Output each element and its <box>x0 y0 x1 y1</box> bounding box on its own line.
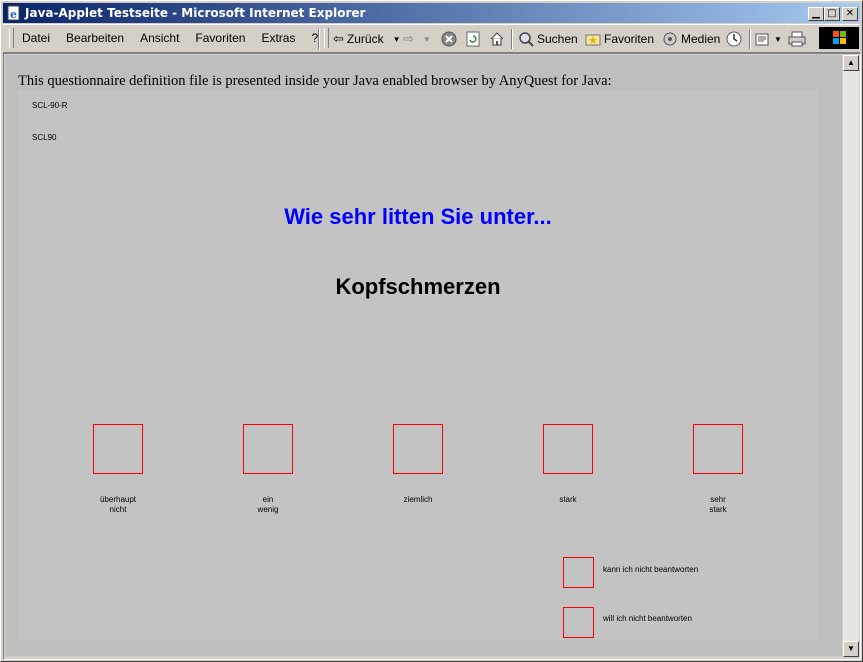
maximize-button[interactable]: □ <box>824 7 840 21</box>
close-icon: ✕ <box>845 8 855 19</box>
refresh-button[interactable] <box>465 29 481 49</box>
close-button[interactable]: ✕ <box>842 7 858 21</box>
item-heading: Kopfschmerzen <box>335 274 501 299</box>
chevron-down-icon: ▼ <box>774 34 782 44</box>
option-label-ueberhaupt-nicht: überhaupt nicht <box>99 495 137 514</box>
cannot-answer-label: kann ich nicht beantworten <box>603 565 699 574</box>
search-button[interactable]: Suchen <box>518 29 578 49</box>
option-label-stark: stark <box>559 495 577 504</box>
back-label: Zurück <box>346 32 384 46</box>
media-button[interactable]: Medien <box>662 29 720 49</box>
option-label-ein-wenig: ein wenig <box>257 495 279 514</box>
scroll-up-button[interactable]: ▲ <box>843 55 859 71</box>
title-bar: e Java-Applet Testseite - Microsoft Inte… <box>3 3 860 23</box>
option-checkbox-sehr-stark[interactable] <box>693 424 743 474</box>
java-applet[interactable]: SCL-90-R SCL90 Wie sehr litten Sie unter… <box>18 90 818 640</box>
refresh-icon <box>466 31 480 47</box>
favorites-button[interactable]: Favoriten <box>585 29 654 49</box>
search-label: Suchen <box>537 32 578 46</box>
option-checkbox-ziemlich[interactable] <box>393 424 443 474</box>
option-label-ziemlich: ziemlich <box>403 495 433 504</box>
chevron-down-icon: ▼ <box>847 644 855 653</box>
menu-bar: Datei Bearbeiten Ansicht Favoriten Extras? <box>22 31 334 45</box>
media-label: Medien <box>681 32 721 46</box>
questionnaire-id: SCL90 <box>32 133 57 142</box>
browser-viewport: This questionnaire definition file is pr… <box>3 53 861 660</box>
toolbar-grip[interactable] <box>324 28 329 48</box>
favorites-icon <box>585 34 601 46</box>
menu-extras[interactable]: Extras <box>261 31 295 45</box>
menu-ansicht[interactable]: Ansicht <box>140 31 179 45</box>
search-icon <box>519 32 534 47</box>
scroll-down-button[interactable]: ▼ <box>843 641 859 657</box>
back-arrow-icon: ⇦ <box>333 31 344 46</box>
intro-text: This questionnaire definition file is pr… <box>18 73 612 89</box>
menu-favoriten[interactable]: Favoriten <box>195 31 245 45</box>
window-title: Java-Applet Testseite - Microsoft Intern… <box>25 6 366 20</box>
questionnaire-code: SCL-90-R <box>32 101 68 110</box>
toolbar-separator <box>511 29 513 49</box>
history-icon <box>726 31 742 47</box>
will-not-answer-checkbox[interactable] <box>563 607 594 638</box>
stop-button[interactable] <box>441 29 457 49</box>
menu-datei[interactable]: Datei <box>22 31 50 45</box>
media-icon <box>663 32 677 46</box>
toolbar-separator <box>318 29 320 49</box>
forward-button[interactable]: ⇨ ▼ <box>403 29 431 49</box>
chevron-up-icon: ▲ <box>847 58 855 67</box>
page-content: This questionnaire definition file is pr… <box>5 55 842 656</box>
home-icon <box>490 32 504 46</box>
favorites-label: Favoriten <box>604 32 655 46</box>
option-checkbox-stark[interactable] <box>543 424 593 474</box>
chevron-down-icon: ▼ <box>422 34 431 44</box>
print-button[interactable] <box>788 29 806 49</box>
windows-logo-icon <box>833 31 846 44</box>
scroll-track[interactable] <box>843 71 859 641</box>
maximize-icon: □ <box>827 8 837 19</box>
toolbar-separator <box>749 29 751 49</box>
stop-icon <box>441 31 457 47</box>
menu-grip[interactable] <box>9 28 14 48</box>
question-heading: Wie sehr litten Sie unter... <box>284 204 552 229</box>
menu-bearbeiten[interactable]: Bearbeiten <box>66 31 124 45</box>
forward-arrow-icon: ⇨ <box>403 31 414 46</box>
option-checkbox-ein-wenig[interactable] <box>243 424 293 474</box>
will-not-answer-label: will ich nicht beantworten <box>603 614 692 623</box>
mail-button[interactable]: ▼ <box>755 29 782 49</box>
back-button[interactable]: ⇦ Zurück ▼ <box>333 29 401 49</box>
print-icon <box>788 31 806 47</box>
menu-toolbar: Datei Bearbeiten Ansicht Favoriten Extras? ⇦… <box>3 24 860 53</box>
browser-window: e Java-Applet Testseite - Microsoft Inte… <box>0 0 863 662</box>
svg-text:e: e <box>10 8 17 21</box>
option-label-sehr-stark: sehr stark <box>709 495 727 514</box>
ie-page-icon: e <box>7 5 20 21</box>
option-checkbox-ueberhaupt-nicht[interactable] <box>93 424 143 474</box>
minimize-button[interactable]: ▁ <box>808 7 824 21</box>
cannot-answer-checkbox[interactable] <box>563 557 594 588</box>
history-button[interactable] <box>725 29 743 49</box>
vertical-scrollbar[interactable]: ▲ ▼ <box>843 55 859 657</box>
mail-icon <box>755 33 769 46</box>
chevron-down-icon: ▼ <box>392 34 401 44</box>
windows-logo <box>819 27 859 49</box>
minimize-icon: ▁ <box>812 8 820 19</box>
home-button[interactable] <box>489 29 505 49</box>
